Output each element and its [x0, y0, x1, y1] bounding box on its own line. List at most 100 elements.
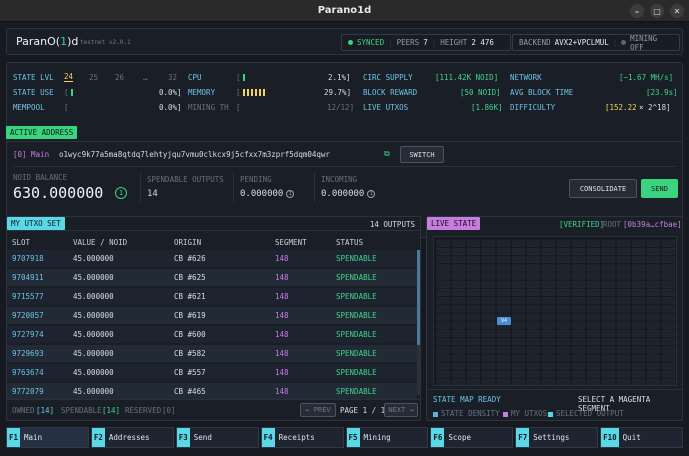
- state-cell[interactable]: [541, 338, 556, 346]
- state-cell[interactable]: [556, 354, 571, 362]
- state-cell[interactable]: [646, 379, 661, 386]
- state-cell[interactable]: [616, 338, 631, 346]
- state-cell[interactable]: [496, 370, 511, 378]
- state-cell[interactable]: [541, 272, 556, 280]
- state-cell[interactable]: [466, 264, 481, 272]
- state-cell[interactable]: [571, 239, 586, 247]
- state-cell[interactable]: [526, 264, 541, 272]
- state-cell[interactable]: [631, 239, 646, 247]
- state-cell[interactable]: [556, 313, 571, 321]
- state-cell[interactable]: [436, 313, 451, 321]
- state-cell[interactable]: [451, 239, 466, 247]
- state-cell[interactable]: [646, 338, 661, 346]
- state-cell[interactable]: [661, 370, 676, 378]
- state-cell[interactable]: [616, 256, 631, 264]
- state-cell[interactable]: [601, 362, 616, 370]
- state-cell[interactable]: [616, 297, 631, 305]
- state-cell[interactable]: [451, 256, 466, 264]
- table-row[interactable]: 9727974 45.000000 CB #600 148 SPENDABLE: [7, 326, 417, 343]
- state-cell[interactable]: [556, 239, 571, 247]
- state-cell[interactable]: [556, 280, 571, 288]
- state-cell[interactable]: [451, 362, 466, 370]
- state-cell[interactable]: [571, 297, 586, 305]
- state-cell[interactable]: [436, 346, 451, 354]
- state-cell[interactable]: [571, 321, 586, 329]
- state-cell[interactable]: [571, 338, 586, 346]
- state-cell[interactable]: [601, 313, 616, 321]
- state-cell[interactable]: [631, 329, 646, 337]
- state-cell[interactable]: [541, 346, 556, 354]
- state-cell[interactable]: [436, 256, 451, 264]
- state-cell[interactable]: [631, 370, 646, 378]
- state-cell[interactable]: [586, 264, 601, 272]
- state-cell[interactable]: [481, 354, 496, 362]
- state-cell[interactable]: [496, 297, 511, 305]
- state-cell[interactable]: [466, 288, 481, 296]
- state-cell[interactable]: [481, 362, 496, 370]
- state-cell[interactable]: [451, 313, 466, 321]
- state-cell[interactable]: [586, 297, 601, 305]
- state-cell[interactable]: [466, 305, 481, 313]
- state-cell[interactable]: [541, 239, 556, 247]
- state-cell[interactable]: [616, 379, 631, 386]
- state-cell[interactable]: [631, 305, 646, 313]
- next-page-button[interactable]: NEXT →: [384, 403, 418, 417]
- state-cell[interactable]: [601, 264, 616, 272]
- state-cell[interactable]: [541, 321, 556, 329]
- state-cell[interactable]: [436, 239, 451, 247]
- state-cell[interactable]: [586, 321, 601, 329]
- state-cell[interactable]: [526, 280, 541, 288]
- state-cell[interactable]: [601, 297, 616, 305]
- state-cell[interactable]: [436, 297, 451, 305]
- state-cell[interactable]: [511, 297, 526, 305]
- state-cell[interactable]: [436, 354, 451, 362]
- state-cell[interactable]: [571, 264, 586, 272]
- state-cell[interactable]: [631, 256, 646, 264]
- state-cell[interactable]: [511, 313, 526, 321]
- state-cell[interactable]: [631, 297, 646, 305]
- state-cell[interactable]: [601, 329, 616, 337]
- fkey-quit[interactable]: F10 Quit: [600, 427, 683, 448]
- state-cell[interactable]: [601, 379, 616, 386]
- state-cell[interactable]: [481, 379, 496, 386]
- state-cell[interactable]: [661, 256, 676, 264]
- utxo-segment-marker[interactable]: 94: [497, 317, 511, 325]
- state-cell[interactable]: [466, 329, 481, 337]
- state-cell[interactable]: [526, 313, 541, 321]
- state-map[interactable]: 94: [433, 236, 677, 386]
- state-cell[interactable]: [511, 264, 526, 272]
- state-cell[interactable]: [511, 346, 526, 354]
- state-cell[interactable]: [496, 354, 511, 362]
- state-cell[interactable]: [451, 247, 466, 255]
- state-cell[interactable]: [601, 321, 616, 329]
- state-cell[interactable]: [586, 239, 601, 247]
- state-cell[interactable]: [481, 370, 496, 378]
- state-cell[interactable]: [646, 297, 661, 305]
- state-cell[interactable]: [586, 338, 601, 346]
- state-cell[interactable]: [466, 346, 481, 354]
- fkey-settings[interactable]: F7 Settings: [515, 427, 599, 448]
- switch-button[interactable]: SWITCH: [400, 146, 444, 163]
- fkey-send[interactable]: F3 Send: [175, 427, 259, 448]
- state-cell[interactable]: [586, 272, 601, 280]
- state-lvl-24[interactable]: 24: [64, 72, 74, 82]
- state-cell[interactable]: [631, 288, 646, 296]
- state-cell[interactable]: [616, 264, 631, 272]
- state-cell[interactable]: [511, 338, 526, 346]
- state-cell[interactable]: [556, 305, 571, 313]
- state-cell[interactable]: [526, 297, 541, 305]
- state-cell[interactable]: [556, 247, 571, 255]
- minimize-icon[interactable]: –: [630, 4, 644, 18]
- state-cell[interactable]: [496, 346, 511, 354]
- state-cell[interactable]: [436, 329, 451, 337]
- state-cell[interactable]: [556, 370, 571, 378]
- state-cell[interactable]: [436, 247, 451, 255]
- state-cell[interactable]: [511, 247, 526, 255]
- state-cell[interactable]: [436, 264, 451, 272]
- state-cell[interactable]: [466, 280, 481, 288]
- state-cell[interactable]: [556, 362, 571, 370]
- state-cell[interactable]: [631, 264, 646, 272]
- state-cell[interactable]: [661, 305, 676, 313]
- state-cell[interactable]: [661, 329, 676, 337]
- state-cell[interactable]: [481, 256, 496, 264]
